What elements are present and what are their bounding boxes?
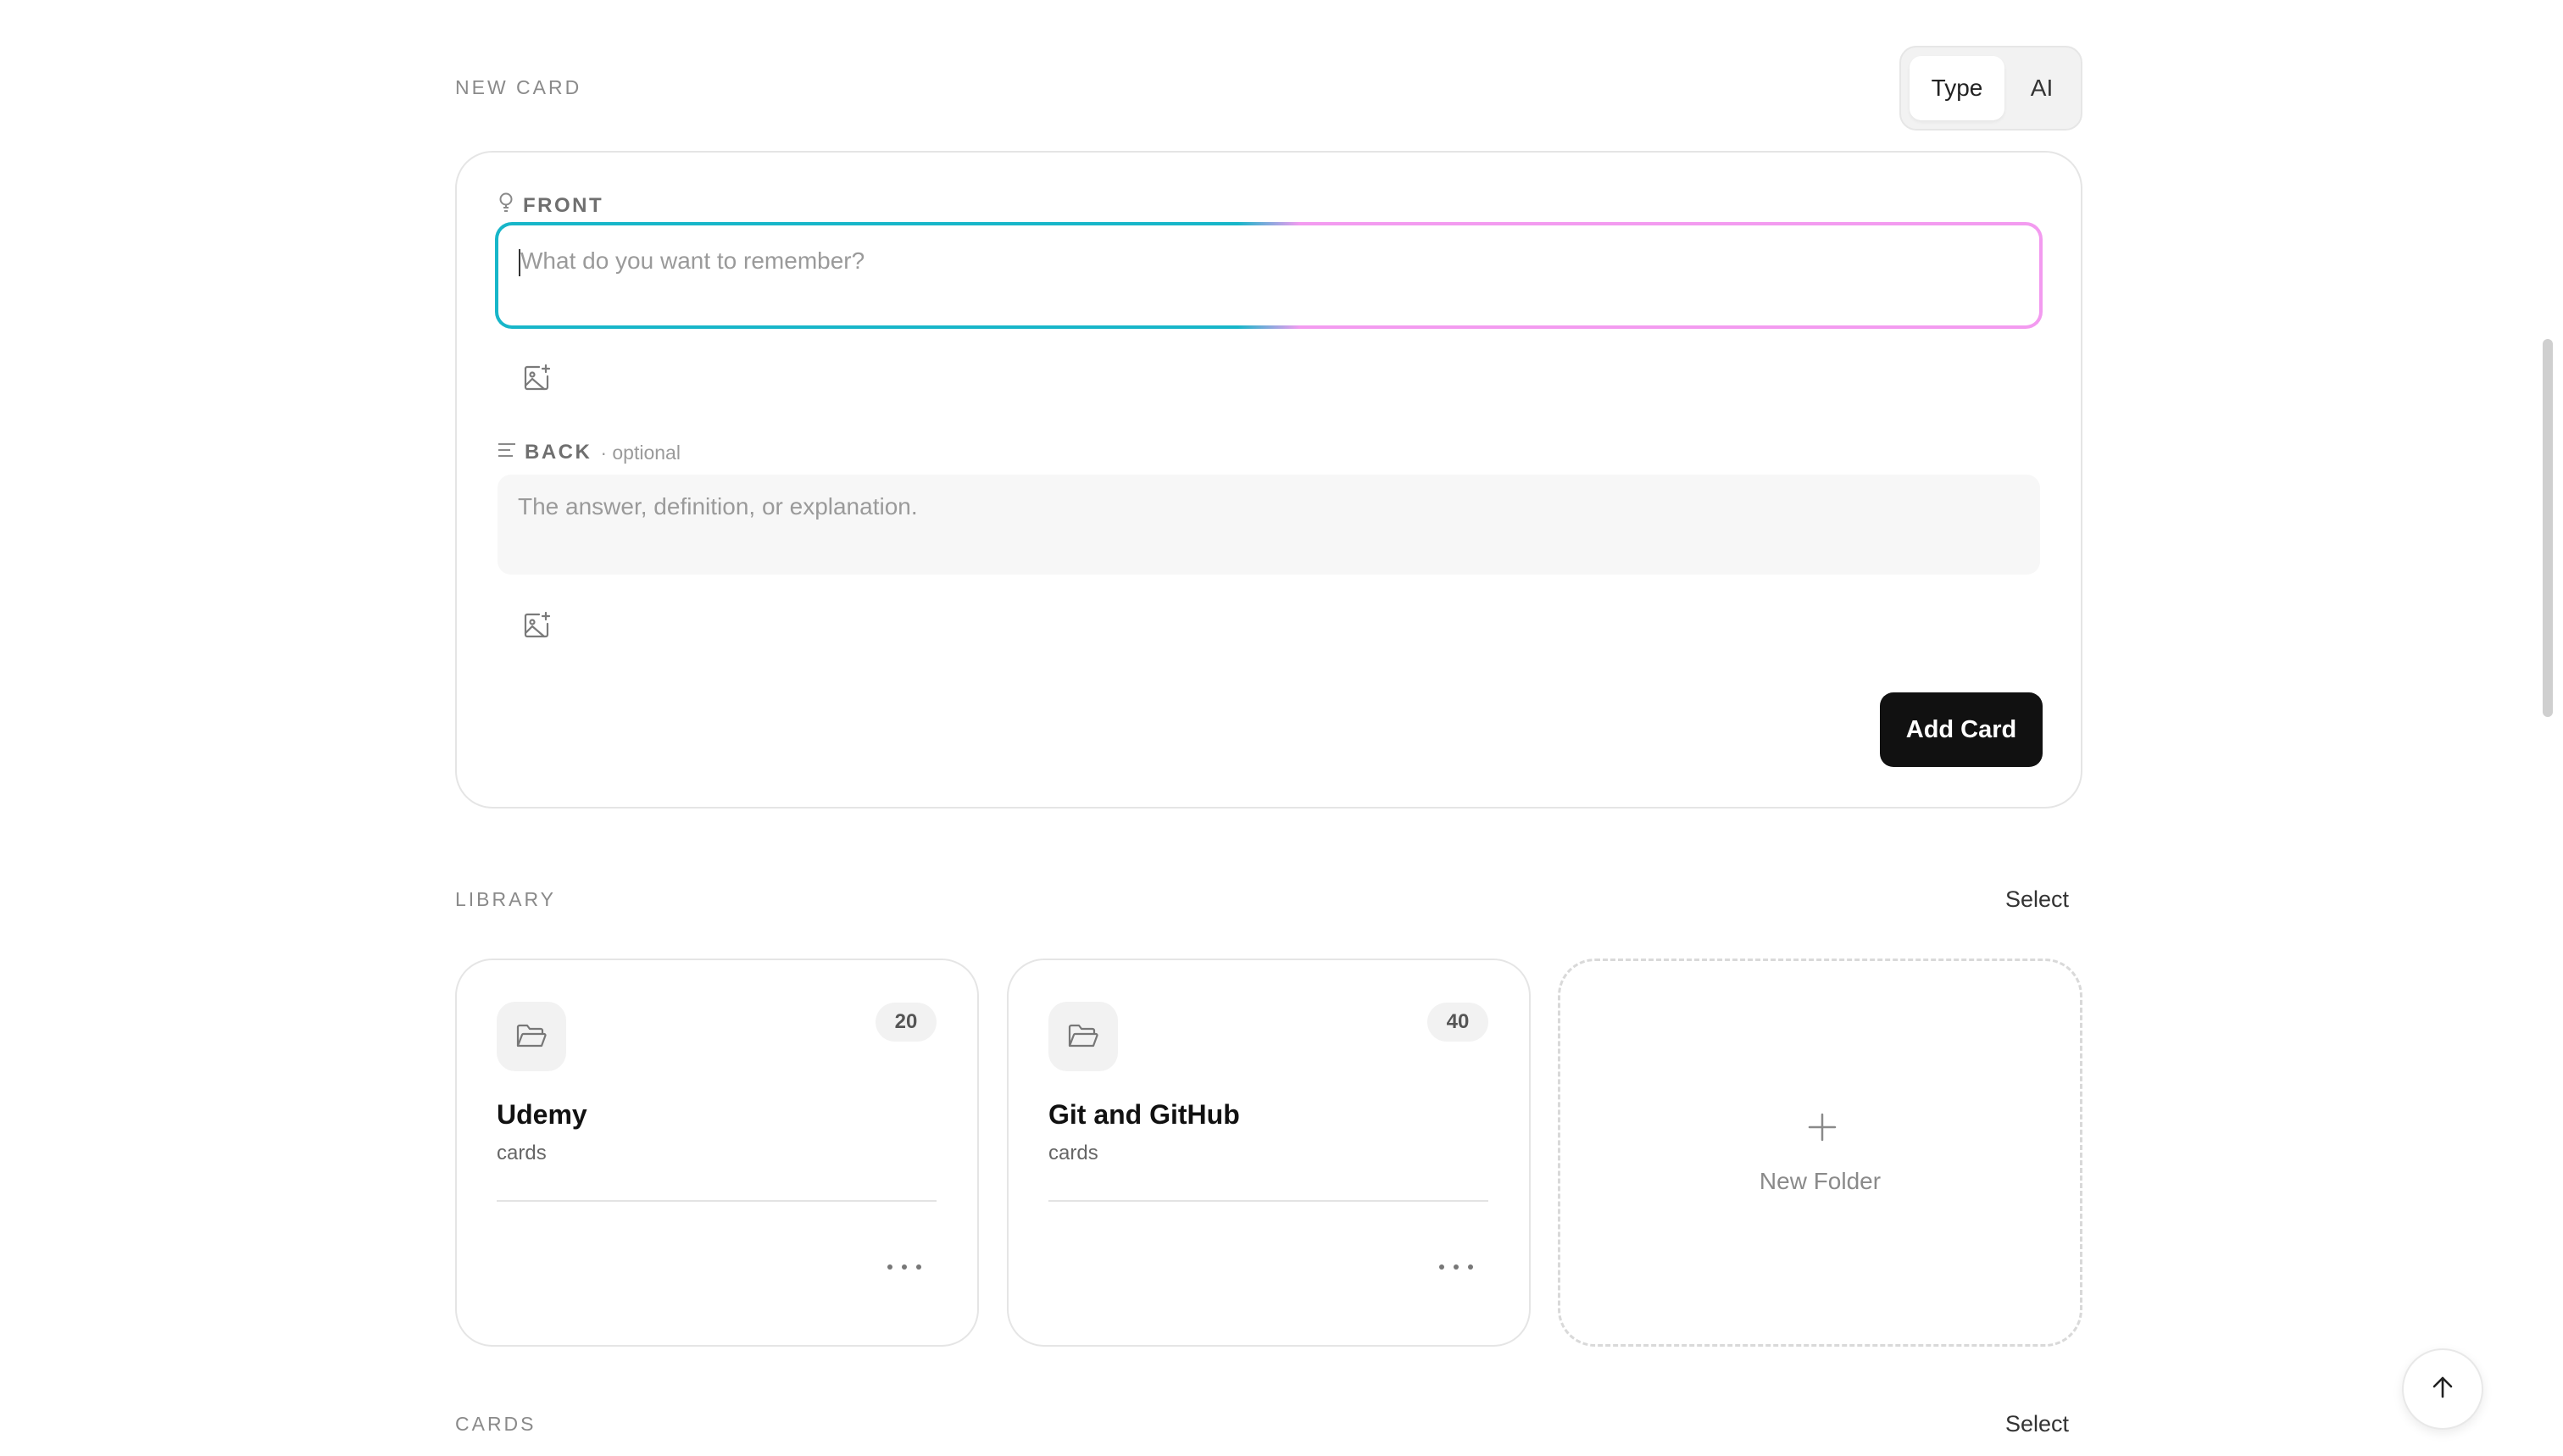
folder-name: Udemy: [497, 1099, 587, 1130]
lightbulb-icon: [498, 192, 514, 220]
folder-subtitle: cards: [497, 1142, 547, 1164]
new-card-section-label: NEW CARD: [455, 76, 582, 98]
more-options-icon[interactable]: [1439, 1259, 1473, 1275]
folder-count-badge: 20: [876, 1003, 937, 1042]
folder-count-badge: 40: [1427, 1003, 1488, 1042]
front-add-image-button[interactable]: [516, 359, 557, 400]
folder-subtitle: cards: [1048, 1142, 1098, 1164]
back-optional-text: · optional: [600, 441, 681, 464]
folder-divider: [1048, 1200, 1488, 1202]
library-section-label: LIBRARY: [455, 888, 557, 910]
new-card-panel: FRONT What do you want to remember? BACK…: [455, 151, 2082, 809]
mode-toggle: Type AI: [1899, 46, 2082, 131]
mode-option-ai[interactable]: AI: [2008, 56, 2076, 120]
scroll-to-top-button[interactable]: [2402, 1348, 2483, 1430]
back-add-image-button[interactable]: [516, 607, 557, 647]
back-placeholder: The answer, definition, or explanation.: [518, 493, 918, 520]
back-label-text: BACK: [525, 441, 592, 464]
more-options-icon[interactable]: [887, 1259, 921, 1275]
image-plus-icon: [522, 364, 551, 397]
front-input-focus-ring: What do you want to remember?: [495, 222, 2043, 329]
library-select-button[interactable]: Select: [2005, 886, 2069, 913]
plus-icon: [1808, 1113, 1837, 1142]
folder-divider: [497, 1200, 937, 1202]
new-folder-button[interactable]: New Folder: [1558, 959, 2082, 1347]
front-label: FRONT: [498, 192, 603, 220]
folder-card-git-and-github[interactable]: 40 Git and GitHub cards: [1007, 959, 1531, 1347]
scrollbar-thumb[interactable]: [2543, 339, 2553, 717]
back-input[interactable]: The answer, definition, or explanation.: [498, 475, 2040, 575]
front-placeholder: What do you want to remember?: [520, 247, 865, 274]
folder-open-icon: [497, 1002, 566, 1071]
arrow-up-icon: [2430, 1375, 2455, 1404]
mode-option-type[interactable]: Type: [1910, 56, 2004, 120]
back-label: BACK · optional: [498, 441, 681, 464]
front-label-text: FRONT: [523, 193, 604, 217]
new-folder-label: New Folder: [1759, 1168, 1882, 1194]
folder-card-udemy[interactable]: 20 Udemy cards: [455, 959, 979, 1347]
text-lines-icon: [498, 441, 516, 464]
add-card-button[interactable]: Add Card: [1880, 692, 2043, 767]
front-input[interactable]: What do you want to remember?: [498, 225, 2039, 325]
cards-section-label: CARDS: [455, 1413, 537, 1435]
folder-open-icon: [1048, 1002, 1118, 1071]
cards-select-button[interactable]: Select: [2005, 1411, 2069, 1437]
image-plus-icon: [522, 611, 551, 644]
folder-name: Git and GitHub: [1048, 1099, 1240, 1130]
